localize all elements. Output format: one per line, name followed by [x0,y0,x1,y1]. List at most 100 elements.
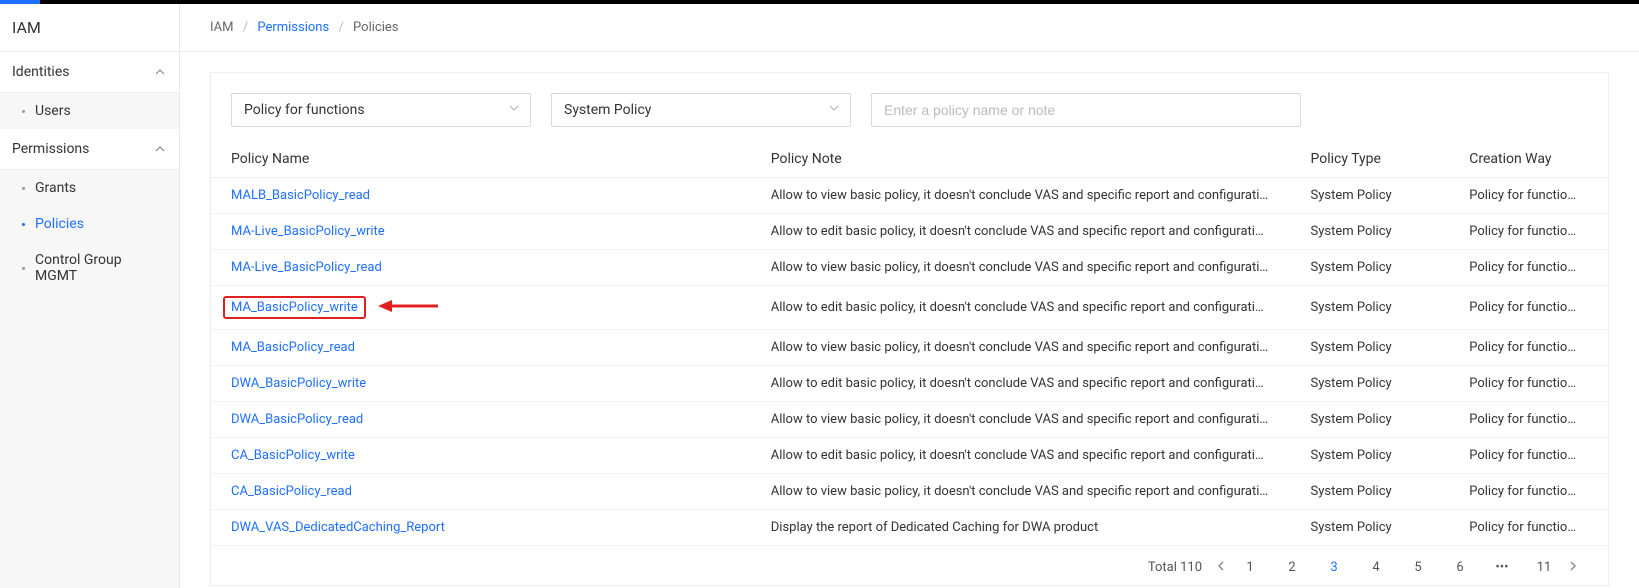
table-row: CA_BasicPolicy_read Allow to view basic p… [211,474,1608,510]
breadcrumb-root: IAM [210,20,233,35]
content-panel: Policy for functions System Policy [210,72,1609,586]
policy-name-link[interactable]: CA_BasicPolicy_read [231,484,352,499]
creation-way-cell: Policy for functions [1449,330,1608,366]
policy-name-link[interactable]: CA_BasicPolicy_write [231,448,355,463]
table-row: MA_BasicPolicy_read Allow to view basic p… [211,330,1608,366]
pagination: Total 110 1 2 3 4 5 6 ••• 11 [211,546,1608,575]
policy-type-cell: System Policy [1291,402,1450,438]
bullet-icon [22,267,25,270]
policy-type-cell: System Policy [1291,474,1450,510]
breadcrumb-separator: / [243,20,248,35]
sidebar-group-label: Permissions [12,141,89,157]
policy-name-link[interactable]: DWA_BasicPolicy_write [231,376,366,391]
policy-note-cell: Allow to view basic policy, it doesn't c… [751,474,1291,510]
policy-name-link[interactable]: DWA_BasicPolicy_read [231,412,363,427]
sidebar-item-grants[interactable]: Grants [0,170,179,206]
app-title: IAM [0,4,179,52]
sidebar-item-policies[interactable]: Policies [0,206,179,242]
policy-note-cell: Allow to view basic policy, it doesn't c… [751,178,1291,214]
policy-type-cell: System Policy [1291,286,1450,330]
policy-type-cell: System Policy [1291,214,1450,250]
table-row: DWA_BasicPolicy_read Allow to view basic … [211,402,1608,438]
type-select[interactable]: System Policy [551,93,851,127]
filter-bar: Policy for functions System Policy [211,93,1608,141]
policy-type-cell: System Policy [1291,330,1450,366]
policy-type-cell: System Policy [1291,510,1450,546]
policy-type-cell: System Policy [1291,366,1450,402]
page-ellipsis: ••• [1492,560,1512,575]
table-row: MALB_BasicPolicy_read Allow to view basic… [211,178,1608,214]
chevron-up-icon [153,65,167,79]
table-row: MA-Live_BasicPolicy_write Allow to edit b… [211,214,1608,250]
page-prev-button[interactable] [1216,560,1226,575]
chevron-down-icon [828,102,840,118]
page-number-button[interactable]: 11 [1534,560,1554,575]
creation-way-cell: Policy for functions [1449,286,1608,330]
policy-note-cell: Allow to view basic policy, it doesn't c… [751,330,1291,366]
search-input[interactable] [871,93,1301,127]
creation-way-cell: Policy for functions [1449,510,1608,546]
policy-table: Policy Name Policy Note Policy Type Crea… [211,141,1608,546]
highlight-annotation: MA_BasicPolicy_write [223,296,366,319]
chevron-up-icon [153,142,167,156]
chevron-down-icon [508,102,520,118]
policy-note-cell: Allow to view basic policy, it doesn't c… [751,402,1291,438]
table-row: DWA_VAS_DedicatedCaching_Report Display t… [211,510,1608,546]
policy-name-link[interactable]: MALB_BasicPolicy_read [231,188,370,203]
breadcrumb-current: Policies [353,20,398,35]
page-number-button[interactable]: 3 [1324,560,1344,575]
sidebar-group-label: Identities [12,64,69,80]
page-number-button[interactable]: 4 [1366,560,1386,575]
policy-type-cell: System Policy [1291,438,1450,474]
scope-select[interactable]: Policy for functions [231,93,531,127]
policy-name-link[interactable]: DWA_VAS_DedicatedCaching_Report [231,520,445,535]
main-content: IAM / Permissions / Policies Policy for … [180,4,1639,588]
creation-way-cell: Policy for functions [1449,474,1608,510]
sidebar-group-identities[interactable]: Identities [0,52,179,93]
sidebar-item-users[interactable]: Users [0,93,179,129]
breadcrumb-separator: / [338,20,343,35]
sidebar-item-control-group-mgmt[interactable]: Control Group MGMT [0,242,179,294]
page-number-button[interactable]: 2 [1282,560,1302,575]
policy-type-cell: System Policy [1291,250,1450,286]
table-row: CA_BasicPolicy_write Allow to edit basic … [211,438,1608,474]
creation-way-cell: Policy for functions [1449,366,1608,402]
col-header-name: Policy Name [211,141,751,178]
policy-name-link[interactable]: MA-Live_BasicPolicy_read [231,260,382,275]
table-row: MA_BasicPolicy_write Allow to edit basic … [211,286,1608,330]
bullet-icon [22,187,25,190]
creation-way-cell: Policy for functions [1449,438,1608,474]
table-header-row: Policy Name Policy Note Policy Type Crea… [211,141,1608,178]
col-header-way: Creation Way [1449,141,1608,178]
creation-way-cell: Policy for functions [1449,402,1608,438]
policy-name-link[interactable]: MA_BasicPolicy_read [231,340,355,355]
policy-name-link[interactable]: MA_BasicPolicy_write [231,300,358,315]
select-value: Policy for functions [244,102,365,118]
creation-way-cell: Policy for functions [1449,250,1608,286]
policy-note-cell: Display the report of Dedicated Caching … [751,510,1291,546]
page-next-button[interactable] [1568,560,1578,575]
sidebar-group-permissions[interactable]: Permissions [0,129,179,170]
policy-note-cell: Allow to edit basic policy, it doesn't c… [751,214,1291,250]
policy-note-cell: Allow to edit basic policy, it doesn't c… [751,438,1291,474]
bullet-icon [22,223,25,226]
col-header-note: Policy Note [751,141,1291,178]
sidebar-item-label: Users [35,103,71,119]
arrow-annotation-icon [378,298,438,318]
page-number-button[interactable]: 5 [1408,560,1428,575]
sidebar-item-label: Grants [35,180,76,196]
policy-note-cell: Allow to edit basic policy, it doesn't c… [751,286,1291,330]
select-value: System Policy [564,102,651,118]
policy-type-cell: System Policy [1291,178,1450,214]
policy-note-cell: Allow to edit basic policy, it doesn't c… [751,366,1291,402]
sidebar-item-label: Control Group MGMT [35,252,167,284]
page-number-button[interactable]: 1 [1240,560,1260,575]
breadcrumb-permissions-link[interactable]: Permissions [257,20,329,35]
creation-way-cell: Policy for functions [1449,214,1608,250]
table-row: MA-Live_BasicPolicy_readAllow to view ba… [211,250,1608,286]
table-row: DWA_BasicPolicy_write Allow to edit basic… [211,366,1608,402]
policy-name-link[interactable]: MA-Live_BasicPolicy_write [231,224,385,239]
page-number-button[interactable]: 6 [1450,560,1470,575]
pagination-total: Total 110 [1148,560,1202,575]
sidebar-item-label: Policies [35,216,84,232]
